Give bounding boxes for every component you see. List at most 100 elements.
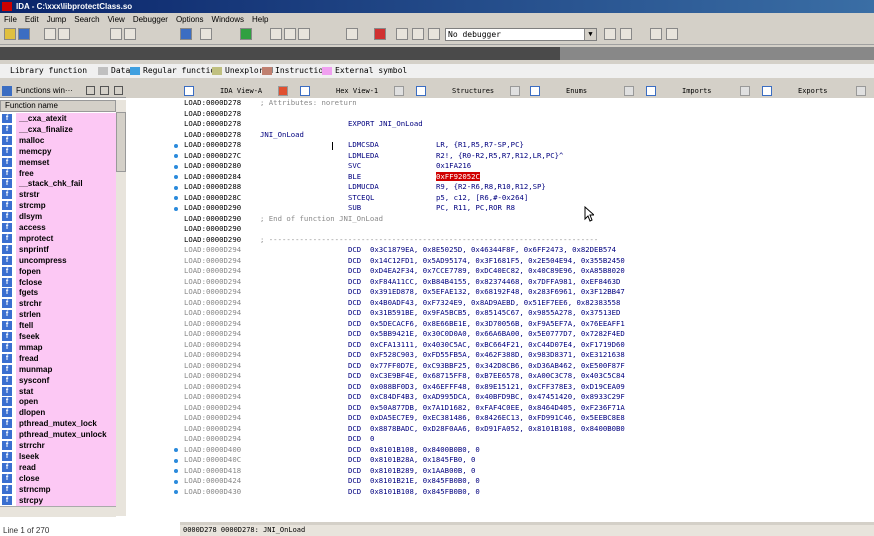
list-item[interactable]: f free — [0, 167, 116, 179]
list-item[interactable]: f munmap — [0, 363, 116, 375]
list-item[interactable]: f open — [0, 396, 116, 408]
jump-down-icon[interactable] — [180, 28, 192, 40]
list-item[interactable]: f fopen — [0, 265, 116, 277]
menu-item-windows[interactable]: Windows — [208, 13, 248, 26]
code-icon[interactable] — [270, 28, 282, 40]
function-list-vertical-scrollbar[interactable] — [116, 100, 126, 516]
chevron-down-icon[interactable]: ▼ — [584, 29, 596, 40]
list-item[interactable]: f memcpy — [0, 145, 116, 157]
list-item[interactable]: f ftell — [0, 320, 116, 332]
tab-enums[interactable]: Enums — [526, 84, 638, 98]
find-icon[interactable] — [110, 28, 122, 40]
list-item[interactable]: f strstr — [0, 189, 116, 201]
menu-item-search[interactable]: Search — [70, 13, 103, 26]
forward-icon[interactable] — [58, 28, 70, 40]
close-x-icon[interactable] — [374, 28, 386, 40]
functions-window-title: Functions win··· — [16, 86, 73, 95]
tab-close-icon[interactable] — [624, 86, 634, 96]
address: LOAD:0000D284 — [184, 171, 242, 181]
menu-item-jump[interactable]: Jump — [43, 13, 71, 26]
debugger-select[interactable]: No debugger ▼ — [445, 28, 597, 41]
tab-close-icon[interactable] — [394, 86, 404, 96]
list-item[interactable]: f read — [0, 461, 116, 473]
navigation-band[interactable] — [0, 47, 874, 60]
restore-icon[interactable] — [86, 86, 95, 95]
menu-item-debugger[interactable]: Debugger — [129, 13, 172, 26]
list-item[interactable]: f snprintf — [0, 243, 116, 255]
tab-ida-view-a[interactable]: IDA View-A — [180, 84, 292, 98]
list-item[interactable]: f fread — [0, 352, 116, 364]
list-item[interactable]: f close — [0, 472, 116, 484]
operands: 0xFF92052C — [436, 171, 480, 183]
list-item[interactable]: f pthread_mutex_lock — [0, 418, 116, 430]
legend-swatch — [262, 66, 272, 75]
maximize-icon[interactable] — [100, 86, 109, 95]
disassembly-view[interactable]: LOAD:0000D278 ; Attributes: noreturn LOAD:… — [180, 98, 874, 522]
close-icon[interactable] — [114, 86, 123, 95]
tab-label: Hex View-1 — [336, 87, 379, 95]
function-list-horizontal-scrollbar[interactable] — [0, 506, 116, 517]
list-item[interactable]: f __cxa_finalize — [0, 123, 116, 135]
list-item[interactable]: f stat — [0, 385, 116, 397]
tab-icon — [530, 86, 540, 96]
address: LOAD:0000D278 — [184, 98, 242, 107]
tab-close-icon[interactable] — [740, 86, 750, 96]
list-item[interactable]: f lseek — [0, 450, 116, 462]
tab-exports[interactable]: Exports — [758, 84, 870, 98]
list-item[interactable]: f dlsym — [0, 211, 116, 223]
list-item[interactable]: f pthread_mutex_unlock — [0, 429, 116, 441]
save-icon[interactable] — [18, 28, 30, 40]
list-item[interactable]: f malloc — [0, 134, 116, 146]
binary-search-icon[interactable] — [124, 28, 136, 40]
data-icon[interactable] — [284, 28, 296, 40]
list-item[interactable]: f dlopen — [0, 407, 116, 419]
list-item[interactable]: f fgets — [0, 287, 116, 299]
tab-close-icon[interactable] — [856, 86, 866, 96]
attach-icon[interactable] — [604, 28, 616, 40]
list-item[interactable]: f strcpy — [0, 494, 116, 506]
refresh-icon[interactable] — [620, 28, 632, 40]
menu-item-edit[interactable]: Edit — [21, 13, 43, 26]
menu-item-view[interactable]: View — [104, 13, 129, 26]
undefine-icon[interactable] — [346, 28, 358, 40]
graph-icon[interactable] — [200, 28, 212, 40]
back-icon[interactable] — [44, 28, 56, 40]
pause-icon[interactable] — [412, 28, 424, 40]
list-item[interactable]: f fclose — [0, 276, 116, 288]
graph-view-icon[interactable] — [650, 28, 662, 40]
run-icon[interactable] — [240, 28, 252, 40]
list-item[interactable]: f access — [0, 222, 116, 233]
list-item[interactable]: f __stack_chk_fail — [0, 178, 116, 190]
menu-item-options[interactable]: Options — [172, 13, 208, 26]
play-icon[interactable] — [396, 28, 408, 40]
menu-item-help[interactable]: Help — [248, 13, 272, 26]
function-name-column-header[interactable]: Function name — [0, 100, 116, 112]
struct-icon[interactable] — [298, 28, 310, 40]
bug-icon[interactable] — [666, 28, 678, 40]
list-item[interactable]: f memset — [0, 156, 116, 168]
open-icon[interactable] — [4, 28, 16, 40]
list-item[interactable]: f strchr — [0, 298, 116, 310]
list-item[interactable]: f fseek — [0, 331, 116, 342]
list-item[interactable]: f mmap — [0, 341, 116, 353]
tab-close-icon[interactable] — [510, 86, 520, 96]
dcd-directive: DCD — [348, 444, 362, 454]
scrollbar-thumb[interactable] — [116, 112, 126, 172]
function-name: read — [16, 461, 116, 473]
list-item[interactable]: f sysconf — [0, 374, 116, 386]
stop-icon[interactable] — [428, 28, 440, 40]
tab-structures[interactable]: Structures — [412, 84, 524, 98]
list-item[interactable]: f uncompress — [0, 254, 116, 266]
list-item[interactable]: f mprotect — [0, 232, 116, 244]
tab-close-icon[interactable] — [278, 86, 288, 96]
function-name: pthread_mutex_lock — [16, 418, 116, 430]
dcd-directive: DCD — [348, 402, 362, 412]
list-item[interactable]: f strcmp — [0, 200, 116, 212]
list-item[interactable]: f strncmp — [0, 483, 116, 495]
tab-hex-view-1[interactable]: Hex View-1 — [296, 84, 408, 98]
list-item[interactable]: f strlen — [0, 309, 116, 321]
menu-item-file[interactable]: File — [0, 13, 21, 26]
list-item[interactable]: f strrchr — [0, 440, 116, 451]
tab-imports[interactable]: Imports — [642, 84, 754, 98]
list-item[interactable]: f __cxa_atexit — [0, 113, 116, 124]
